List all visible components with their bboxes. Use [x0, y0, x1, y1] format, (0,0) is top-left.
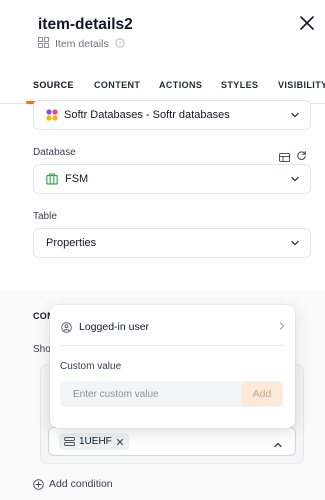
- popover-divider: [60, 345, 285, 346]
- add-condition-button[interactable]: Add condition: [33, 478, 113, 490]
- chevron-down-icon: [290, 238, 300, 251]
- tag-remove-icon[interactable]: [116, 438, 124, 446]
- add-condition-label: Add condition: [49, 478, 113, 490]
- logged-in-user-option[interactable]: Logged-in user: [50, 315, 295, 339]
- page-title: item-details2: [38, 16, 133, 33]
- condition-value-select[interactable]: 1UEHF: [48, 427, 296, 456]
- item-details-panel: item-details2 Item details ? SOURCE CONT…: [0, 0, 325, 500]
- database-value: FSM: [65, 173, 89, 185]
- tab-styles[interactable]: STYLES: [221, 80, 258, 90]
- help-icon[interactable]: ?: [115, 37, 125, 51]
- block-type-label: Item details: [55, 38, 109, 50]
- source-content: Softr Databases - Softr databases Databa…: [0, 100, 325, 500]
- tab-bar: SOURCE CONTENT ACTIONS STYLES VISIBILITY: [0, 70, 325, 104]
- show-label: Sho: [33, 344, 51, 355]
- close-icon: [300, 15, 314, 35]
- chevron-down-icon: [290, 110, 300, 123]
- value-tag: 1UEHF: [59, 433, 129, 450]
- tag-label: 1UEHF: [79, 436, 112, 447]
- plus-circle-icon: [33, 478, 44, 490]
- chevron-right-icon: [277, 321, 287, 334]
- connection-value: Softr Databases - Softr databases: [64, 109, 230, 121]
- add-custom-value-button[interactable]: Add: [241, 382, 283, 406]
- field-icon: [64, 437, 75, 446]
- database-label: Database: [33, 147, 76, 158]
- database-icon: [46, 173, 58, 185]
- subtitle-row: Item details ?: [38, 37, 125, 51]
- user-circle-icon: [61, 321, 72, 333]
- table-label: Table: [33, 211, 57, 222]
- tab-actions[interactable]: ACTIONS: [159, 80, 202, 90]
- softr-logo-icon: [46, 109, 58, 121]
- panel-header: item-details2 Item details ?: [0, 0, 325, 70]
- logged-in-user-label: Logged-in user: [79, 321, 150, 333]
- value-picker-popover: Logged-in user Custom value Add: [50, 305, 295, 428]
- tab-source[interactable]: SOURCE: [33, 80, 74, 90]
- tab-content[interactable]: CONTENT: [94, 80, 140, 90]
- chevron-down-icon: [290, 174, 300, 187]
- close-button[interactable]: [296, 14, 318, 36]
- connection-select[interactable]: Softr Databases - Softr databases: [33, 100, 311, 130]
- tab-visibility[interactable]: VISIBILITY: [278, 80, 325, 90]
- database-select[interactable]: FSM: [33, 164, 311, 194]
- chevron-up-icon: [273, 437, 283, 455]
- table-value: Properties: [46, 237, 97, 249]
- table-select[interactable]: Properties: [33, 228, 311, 258]
- grid-icon: [38, 37, 49, 51]
- custom-value-label: Custom value: [60, 361, 122, 372]
